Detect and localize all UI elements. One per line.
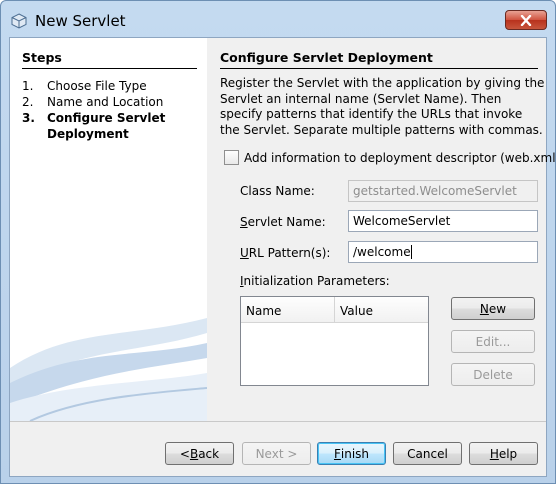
close-button[interactable]	[505, 10, 547, 30]
class-name-label: Class Name:	[240, 184, 315, 198]
steps-pane: Steps 1. Choose File Type 2. Name and Lo…	[10, 38, 207, 421]
step-number: 2.	[22, 95, 34, 109]
footer-divider	[10, 421, 546, 422]
column-header-value[interactable]: Value	[335, 297, 378, 322]
edit-param-button[interactable]: Edit...	[451, 330, 535, 353]
step-label: Configure Servlet Deployment	[47, 111, 166, 141]
step-number: 1.	[22, 79, 34, 93]
steps-heading: Steps	[22, 50, 62, 65]
new-servlet-dialog: New Servlet Steps 1. Choose File Type 2.…	[0, 0, 556, 484]
url-pattern-input[interactable]: /welcome	[348, 241, 538, 263]
step-label: Choose File Type	[47, 79, 147, 93]
finish-button[interactable]: Finish	[317, 442, 386, 465]
step-choose-file-type: 1. Choose File Type	[22, 78, 147, 94]
dialog-body: Steps 1. Choose File Type 2. Name and Lo…	[9, 37, 555, 477]
cancel-button[interactable]: Cancel	[393, 442, 462, 465]
init-params-table[interactable]: Name Value	[240, 296, 429, 386]
step-configure-servlet-deployment: 3. Configure Servlet Deployment	[22, 110, 165, 142]
panel-divider	[220, 68, 538, 69]
step-number: 3.	[22, 111, 35, 125]
init-params-label: Initialization Parameters:	[240, 274, 390, 288]
add-to-descriptor-row[interactable]: Add information to deployment descriptor…	[224, 150, 556, 165]
add-to-descriptor-checkbox[interactable]	[224, 150, 239, 165]
title-bar[interactable]: New Servlet	[1, 1, 555, 37]
next-button[interactable]: Next >	[242, 442, 311, 465]
class-name-field: getstarted.WelcomeServlet	[348, 180, 538, 202]
steps-divider	[22, 68, 197, 69]
back-button[interactable]: < Back	[165, 442, 234, 465]
step-name-and-location: 2. Name and Location	[22, 94, 163, 110]
panel-heading: Configure Servlet Deployment	[220, 50, 433, 65]
decorative-swoosh-graphic	[10, 318, 207, 421]
servlet-name-label: Servlet Name:	[240, 215, 326, 229]
add-to-descriptor-label: Add information to deployment descriptor…	[244, 150, 556, 165]
table-header: Name Value	[241, 297, 428, 323]
window-title: New Servlet	[35, 12, 126, 30]
text-caret	[410, 245, 412, 259]
help-button[interactable]: Help	[469, 442, 538, 465]
netbeans-cube-icon	[11, 13, 27, 29]
column-header-name[interactable]: Name	[241, 297, 335, 322]
servlet-name-input[interactable]: WelcomeServlet	[348, 210, 538, 232]
step-label: Name and Location	[47, 95, 164, 109]
new-param-button[interactable]: New	[451, 297, 535, 320]
url-pattern-label: URL Pattern(s):	[240, 246, 331, 260]
panel-description: Register the Servlet with the applicatio…	[220, 76, 545, 137]
delete-param-button[interactable]: Delete	[451, 363, 535, 386]
close-icon	[520, 14, 532, 26]
